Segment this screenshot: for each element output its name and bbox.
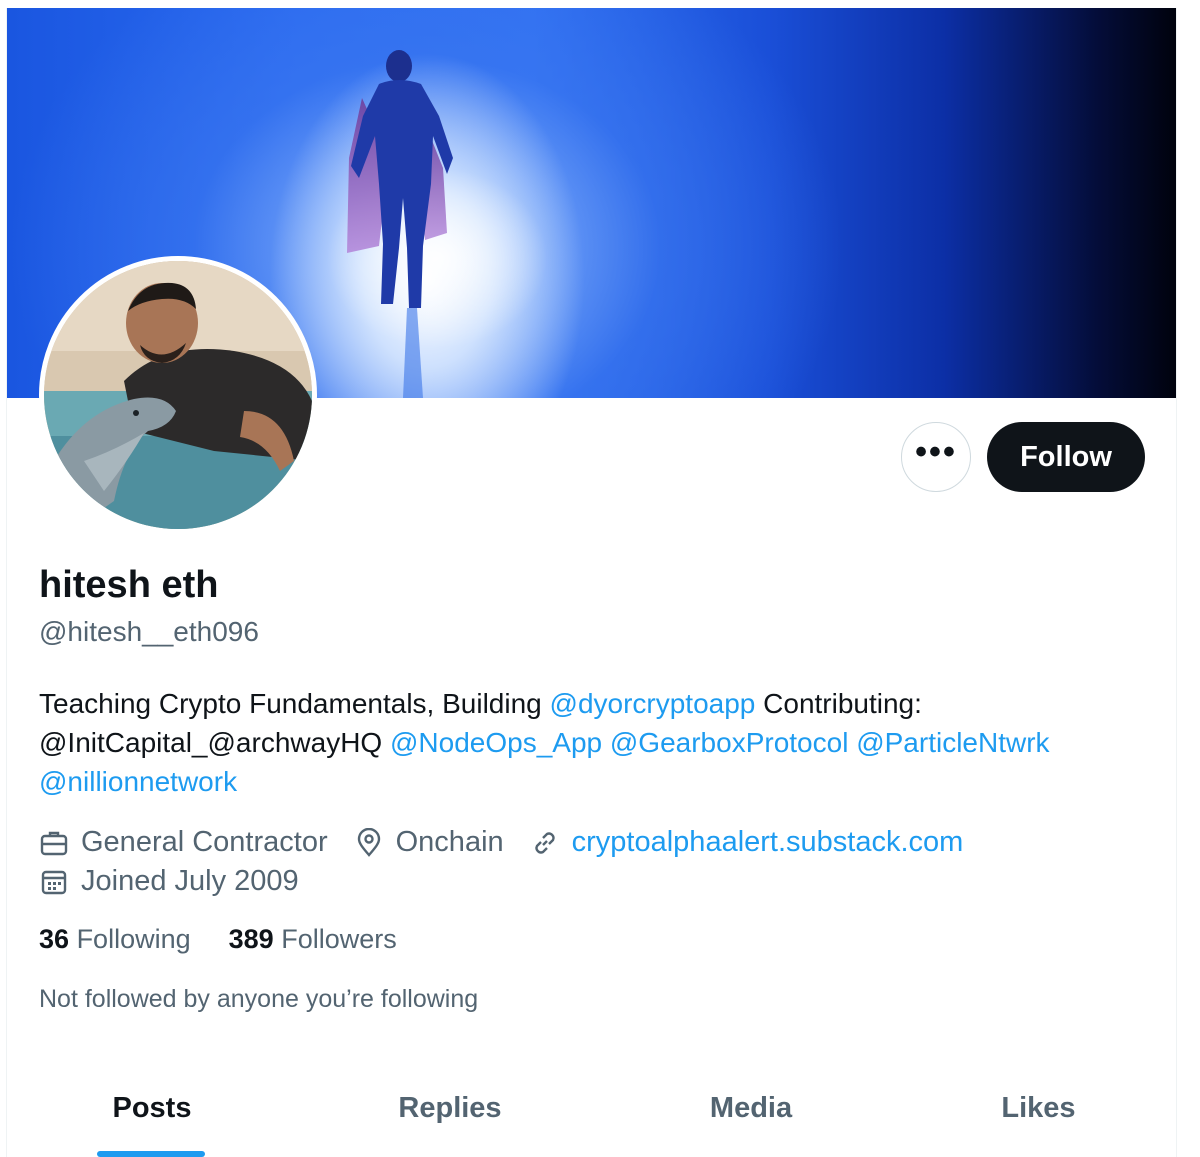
bio-mention-link[interactable]: @nillionnetwork xyxy=(39,766,237,797)
profile-tabs: Posts Replies Media Likes xyxy=(7,1070,1176,1157)
more-icon: ••• xyxy=(915,433,957,471)
followers-count: 389 xyxy=(228,924,274,954)
tab-posts[interactable]: Posts xyxy=(7,1070,297,1157)
bio-mention-link[interactable]: @ParticleNtwrk xyxy=(856,727,1049,758)
website-link[interactable]: cryptoalphaalert.substack.com xyxy=(572,826,964,859)
briefcase-icon xyxy=(39,828,69,858)
joined-item: Joined July 2009 xyxy=(39,865,299,898)
profile-meta-row: General Contractor Onchain cryptoalphaal… xyxy=(39,826,989,859)
bio-mention-link[interactable]: @NodeOps_App xyxy=(390,727,602,758)
profession-item: General Contractor xyxy=(39,826,328,859)
avatar-image xyxy=(44,261,312,529)
profile-name: hitesh eth xyxy=(39,564,219,606)
location-pin-icon xyxy=(354,827,384,858)
tab-likes[interactable]: Likes xyxy=(899,1070,1176,1157)
bio-mention-link[interactable]: @dyorcryptoapp xyxy=(550,688,756,719)
profile-joined-row: Joined July 2009 xyxy=(39,865,325,898)
link-icon xyxy=(530,828,560,858)
more-options-button[interactable]: ••• xyxy=(901,422,971,492)
location-item: Onchain xyxy=(354,826,504,859)
joined-text: Joined July 2009 xyxy=(81,865,299,897)
tab-label: Replies xyxy=(398,1092,502,1124)
tab-label: Media xyxy=(709,1092,793,1124)
website-item[interactable]: cryptoalphaalert.substack.com xyxy=(530,826,964,859)
tab-label: Posts xyxy=(112,1092,192,1124)
tab-replies[interactable]: Replies xyxy=(297,1070,603,1157)
social-context-text: Not followed by anyone you’re following xyxy=(39,985,479,1013)
bio-text: Teaching Crypto Fundamentals, Building xyxy=(39,688,550,719)
tab-label: Likes xyxy=(1001,1092,1076,1124)
follow-button[interactable]: Follow xyxy=(987,422,1145,492)
profile-handle: @hitesh__eth096 xyxy=(39,616,259,647)
bio-mention-link[interactable]: @GearboxProtocol xyxy=(610,727,849,758)
followers-stat[interactable]: 389 Followers xyxy=(229,924,397,955)
profile-page: ••• Follow hitesh eth @hitesh__eth096 Te… xyxy=(6,8,1177,1157)
calendar-icon xyxy=(39,867,69,897)
following-count: 36 xyxy=(39,924,70,954)
profession-text: General Contractor xyxy=(81,826,328,858)
profile-bio: Teaching Crypto Fundamentals, Building @… xyxy=(39,684,1149,801)
following-label: Following xyxy=(76,924,191,954)
tab-media[interactable]: Media xyxy=(603,1070,899,1157)
following-stat[interactable]: 36 Following xyxy=(39,924,191,955)
active-tab-indicator xyxy=(97,1151,205,1157)
followers-label: Followers xyxy=(281,924,397,954)
location-text: Onchain xyxy=(395,826,504,858)
profile-avatar[interactable] xyxy=(39,256,317,534)
profile-stats: 36 Following 389 Followers xyxy=(39,924,435,955)
